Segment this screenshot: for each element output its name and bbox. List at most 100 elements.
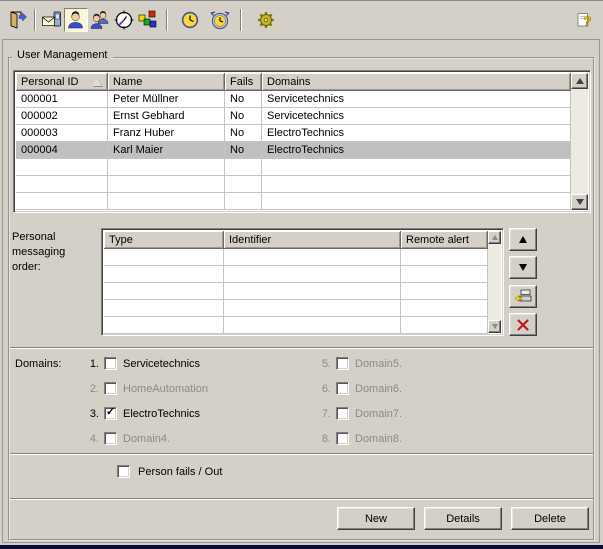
table-cell <box>225 193 262 210</box>
groupbox-title: User Management <box>12 49 113 61</box>
messaging-table-row-empty[interactable] <box>104 266 488 283</box>
column-header-type[interactable]: Type <box>104 231 224 249</box>
domain-checkbox <box>104 382 117 395</box>
table-cell: 000003 <box>16 125 108 142</box>
table-cell <box>401 317 488 334</box>
users-button[interactable] <box>88 8 112 32</box>
clock-button[interactable] <box>178 8 202 32</box>
person-fails-checkbox[interactable] <box>117 465 130 478</box>
toolbar-separator <box>34 9 36 31</box>
table-cell <box>104 317 224 334</box>
domains-label: Domains: <box>15 358 61 370</box>
users-table-row-empty[interactable] <box>16 176 571 193</box>
domain-checkbox <box>336 382 349 395</box>
domain-item-domain4: 4. Domain4. <box>83 426 208 451</box>
new-button[interactable]: New <box>337 507 415 530</box>
table-cell <box>108 159 225 176</box>
column-header-identifier[interactable]: Identifier <box>224 231 401 249</box>
details-button[interactable]: Details <box>424 507 502 530</box>
table-cell: No <box>225 142 262 159</box>
delete-button[interactable]: Delete <box>511 507 589 530</box>
domain-number: 4. <box>83 433 99 445</box>
domain-label: Domain4. <box>123 433 170 445</box>
messaging-table-row-empty[interactable] <box>104 283 488 300</box>
scroll-up-button[interactable] <box>571 73 588 89</box>
domain-item-domain7: 7. Domain7. <box>315 401 402 426</box>
scroll-down-button[interactable] <box>571 194 588 210</box>
toolbar-separator <box>166 9 168 31</box>
table-cell: 000004 <box>16 142 108 159</box>
users-table-row[interactable]: 000004Karl MaierNoElectroTechnics <box>16 142 571 159</box>
messaging-table-row-empty[interactable] <box>104 317 488 334</box>
assign-device-button[interactable] <box>509 285 537 308</box>
scroll-up-button[interactable] <box>488 231 501 244</box>
column-header-fails[interactable]: Fails <box>225 73 262 91</box>
messaging-table: TypeIdentifierRemote alert <box>101 228 504 336</box>
move-up-button[interactable] <box>509 228 537 251</box>
users-table-row[interactable]: 000003Franz HuberNoElectroTechnics <box>16 125 571 142</box>
delete-entry-button[interactable] <box>509 313 537 336</box>
domain-checkbox[interactable]: ✓ <box>104 407 117 420</box>
move-down-button[interactable] <box>509 256 537 279</box>
users-table-header: Personal IDNameFailsDomains <box>16 73 571 91</box>
table-cell: Karl Maier <box>108 142 225 159</box>
section-divider <box>10 453 593 455</box>
domains-column-2: 5.Domain5.6.Domain6.7.Domain7.8.Domain8. <box>315 351 402 451</box>
users-table-row-empty[interactable] <box>16 159 571 176</box>
domain-checkbox <box>336 432 349 445</box>
table-cell <box>262 176 571 193</box>
table-cell <box>16 176 108 193</box>
users-table-row[interactable]: 000001Peter MüllnerNoServicetechnics <box>16 91 571 108</box>
modules-icon <box>137 9 159 31</box>
table-cell <box>224 317 401 334</box>
table-cell: No <box>225 91 262 108</box>
domain-number: 2. <box>83 383 99 395</box>
timer-button[interactable] <box>112 8 136 32</box>
column-header-name[interactable]: Name <box>108 73 225 91</box>
column-header-remote-alert[interactable]: Remote alert <box>401 231 488 249</box>
users-table-row[interactable]: 000002Ernst GebhardNoServicetechnics <box>16 108 571 125</box>
messaging-table-scrollbar[interactable] <box>488 231 501 333</box>
settings-gear-icon <box>255 9 277 31</box>
help-icon: ? <box>574 9 596 31</box>
domain-number: 5. <box>315 358 331 370</box>
table-cell <box>104 249 224 266</box>
domain-label: Domain5. <box>355 358 402 370</box>
modules-button[interactable] <box>136 8 160 32</box>
domain-number: 8. <box>315 433 331 445</box>
down-arrow-icon <box>519 264 527 271</box>
domains-column-1: 1.Servicetechnics2.HomeAutomation3.✓Elec… <box>83 351 208 451</box>
exit-button[interactable] <box>6 8 30 32</box>
users-table-row-empty[interactable] <box>16 193 571 210</box>
domain-checkbox[interactable] <box>104 357 117 370</box>
alarm-clock-button[interactable] <box>208 8 232 32</box>
table-cell <box>104 283 224 300</box>
table-cell <box>224 283 401 300</box>
user-button[interactable] <box>64 8 88 32</box>
domain-number: 7. <box>315 408 331 420</box>
messaging-device-button[interactable] <box>40 8 64 32</box>
table-cell <box>224 300 401 317</box>
scroll-up-icon <box>492 235 498 240</box>
domain-label: Domain7. <box>355 408 402 420</box>
users-table-scrollbar[interactable] <box>571 73 588 210</box>
alarm-clock-icon <box>209 9 231 31</box>
domain-item-servicetechnics: 1.Servicetechnics <box>83 351 208 376</box>
table-cell <box>104 266 224 283</box>
users-icon <box>89 9 111 31</box>
settings-button[interactable] <box>254 8 278 32</box>
domain-label: Domain8. <box>355 433 402 445</box>
column-header-domains[interactable]: Domains <box>262 73 571 91</box>
table-cell <box>225 176 262 193</box>
exit-icon <box>7 9 29 31</box>
messaging-table-row-empty[interactable] <box>104 249 488 266</box>
domain-number: 3. <box>83 408 99 420</box>
timer-icon <box>113 9 135 31</box>
person-fails-label: Person fails / Out <box>138 466 222 478</box>
users-table-body: 000001Peter MüllnerNoServicetechnics0000… <box>16 91 571 210</box>
help-button[interactable]: ? <box>573 8 597 32</box>
messaging-table-row-empty[interactable] <box>104 300 488 317</box>
table-cell <box>224 266 401 283</box>
column-header-personal-id[interactable]: Personal ID <box>16 73 108 91</box>
scroll-down-button[interactable] <box>488 320 501 333</box>
